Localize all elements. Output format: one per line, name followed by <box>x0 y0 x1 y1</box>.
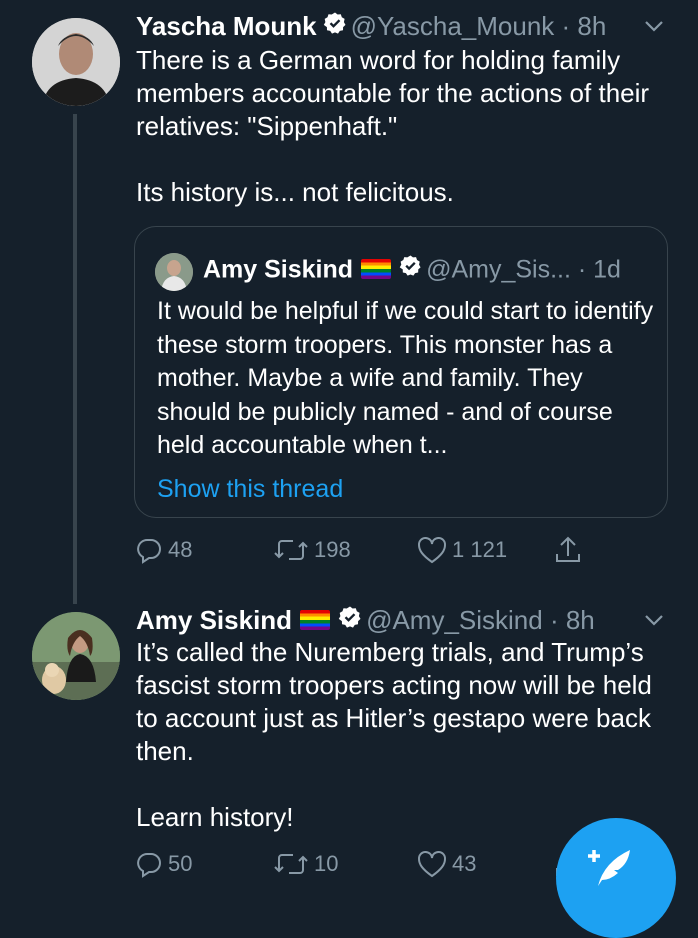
quoted-tweet-text: It would be helpful if we could start to… <box>157 297 654 459</box>
reply-icon <box>137 853 161 878</box>
quoted-avatar <box>155 253 193 291</box>
timestamp[interactable]: 8h <box>577 11 606 41</box>
tweet-actions: 50 10 43 <box>134 844 594 884</box>
timestamp[interactable]: 8h <box>566 605 595 635</box>
show-thread-link[interactable]: Show this thread <box>157 473 343 506</box>
compose-tweet-icon <box>588 850 630 886</box>
author-handle[interactable]: @Amy_Siskind <box>366 605 543 635</box>
like-icon <box>418 851 446 878</box>
tweet-text: It’s called the Nuremberg trials, and Tr… <box>136 637 652 832</box>
author-handle[interactable]: @Yascha_Mounk <box>351 11 555 41</box>
reply-icon <box>137 539 161 564</box>
pride-flag-icon <box>361 259 392 279</box>
chevron-down-icon[interactable] <box>640 12 668 40</box>
like-icon <box>418 537 446 564</box>
quoted-timestamp: 1d <box>593 255 621 284</box>
chevron-down-icon[interactable] <box>640 606 668 634</box>
share-icon <box>556 536 580 562</box>
quoted-tweet[interactable]: Amy Siskind @Amy_Sis... · 1d It would be … <box>134 226 668 518</box>
avatar[interactable] <box>32 18 120 106</box>
quoted-header: Amy Siskind @Amy_Sis... · 1d <box>203 249 621 293</box>
retweet-count: 10 <box>314 851 339 876</box>
verified-badge-icon <box>323 8 347 44</box>
like-count: 43 <box>452 851 477 876</box>
thread-connector <box>73 114 77 604</box>
reply-button[interactable]: 50 <box>134 844 192 884</box>
retweet-button[interactable]: 198 <box>272 530 351 570</box>
separator-dot: · <box>570 255 594 284</box>
tweet-header: Amy Siskind @Amy_Siskind · 8h <box>136 602 668 638</box>
author-name[interactable]: Yascha Mounk <box>136 11 317 41</box>
retweet-count: 198 <box>314 537 351 562</box>
tweet-text: There is a German word for holding famil… <box>136 45 650 207</box>
reply-count: 50 <box>168 851 193 876</box>
separator-dot: · <box>542 605 566 635</box>
tweet[interactable]: Yascha Mounk @Yascha_Mounk · 8h There is … <box>0 0 698 604</box>
like-button[interactable]: 43 <box>416 844 476 884</box>
author-name[interactable]: Amy Siskind <box>136 605 292 635</box>
retweet-button[interactable]: 10 <box>272 844 338 884</box>
verified-badge-icon <box>399 249 422 289</box>
retweet-icon <box>274 540 308 560</box>
pride-flag-icon <box>300 610 331 631</box>
like-button[interactable]: 1 121 <box>416 530 507 570</box>
retweet-icon <box>274 854 308 874</box>
separator-dot: · <box>554 11 578 41</box>
reply-count: 48 <box>168 537 193 562</box>
reply-button[interactable]: 48 <box>134 530 192 570</box>
quoted-author-handle: @Amy_Sis... <box>426 255 571 284</box>
compose-tweet-button[interactable] <box>556 818 676 938</box>
tweet-actions: 48 198 1 121 <box>134 530 594 570</box>
quoted-author-name: Amy Siskind <box>203 255 354 284</box>
share-button[interactable] <box>552 530 584 570</box>
tweet-header: Yascha Mounk @Yascha_Mounk · 8h <box>136 8 668 44</box>
avatar[interactable] <box>32 612 120 700</box>
verified-badge-icon <box>338 602 362 638</box>
like-count: 1 121 <box>452 537 508 562</box>
